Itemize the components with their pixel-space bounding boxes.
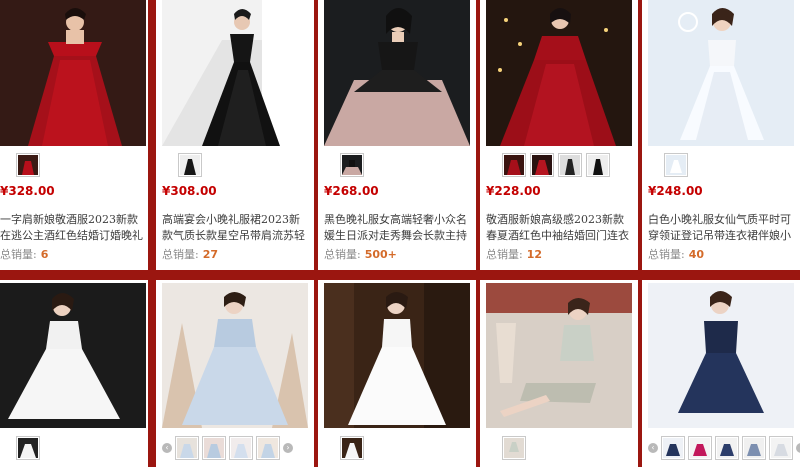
sales-label: 总销量: <box>648 248 685 261</box>
sales-count: 6 <box>40 248 49 261</box>
thumbnail-strip <box>16 435 148 461</box>
product-thumbnail[interactable] <box>175 436 199 460</box>
thumbnail-strip <box>502 152 638 178</box>
product-card[interactable] <box>318 280 476 467</box>
product-thumbnail[interactable] <box>586 153 610 177</box>
product-title[interactable]: 白色小晚礼服女仙气质平时可穿领证登记吊带连衣裙伴娘小个子夏季 <box>648 212 798 244</box>
product-price: ¥248.00 <box>648 184 703 198</box>
product-thumbnail[interactable] <box>715 436 739 460</box>
thumbnail-strip <box>340 435 476 461</box>
next-arrow[interactable]: › <box>283 443 293 453</box>
product-thumbnail[interactable] <box>664 153 688 177</box>
product-thumbnail[interactable] <box>769 436 793 460</box>
sales-count: 500+ <box>364 248 397 261</box>
product-thumbnail[interactable] <box>340 153 364 177</box>
product-thumbnail[interactable] <box>502 153 526 177</box>
product-card[interactable]: ¥248.00 白色小晚礼服女仙气质平时可穿领证登记吊带连衣裙伴娘小个子夏季 总… <box>642 0 800 270</box>
product-photo[interactable] <box>162 0 308 146</box>
product-card[interactable]: ¥228.00 敬酒服新娘高级感2023新款春夏酒红色中袖结婚回门连衣裙宴会礼 … <box>480 0 638 270</box>
product-thumbnail[interactable] <box>340 436 364 460</box>
product-thumbnail[interactable] <box>558 153 582 177</box>
product-photo[interactable] <box>486 283 632 428</box>
product-card[interactable] <box>480 280 638 467</box>
sales-count: 27 <box>202 248 219 261</box>
thumbnail-strip <box>16 152 148 178</box>
sales-count: 40 <box>688 248 705 261</box>
thumbnail-strip: ‹ › <box>162 435 314 461</box>
product-photo[interactable] <box>324 283 470 428</box>
product-thumbnail[interactable] <box>742 436 766 460</box>
sales-count: 12 <box>526 248 543 261</box>
product-thumbnail[interactable] <box>229 436 253 460</box>
product-thumbnail[interactable] <box>502 436 526 460</box>
product-photo[interactable] <box>324 0 470 146</box>
product-photo[interactable] <box>648 0 794 146</box>
product-photo[interactable] <box>486 0 632 146</box>
product-photo[interactable] <box>162 283 308 428</box>
product-thumbnail[interactable] <box>661 436 685 460</box>
product-photo[interactable] <box>648 283 794 428</box>
sales-label: 总销量: <box>324 248 361 261</box>
thumbnail-strip <box>178 152 314 178</box>
product-card[interactable]: ‹ › <box>642 280 800 467</box>
product-thumbnail[interactable] <box>202 436 226 460</box>
sales-info: 总销量: 40 <box>648 246 704 262</box>
product-card[interactable]: ‹ › <box>156 280 314 467</box>
product-photo[interactable] <box>0 0 146 146</box>
sales-label: 总销量: <box>486 248 523 261</box>
thumbnail-strip <box>664 152 800 178</box>
product-thumbnail[interactable] <box>16 153 40 177</box>
product-price: ¥228.00 <box>486 184 541 198</box>
next-arrow[interactable]: › <box>796 443 800 453</box>
product-card[interactable]: ¥308.00 高端宴会小晚礼服裙2023新款气质长款星空吊带肩流苏轻奢主持人 … <box>156 0 314 270</box>
prev-arrow[interactable]: ‹ <box>162 443 172 453</box>
prev-arrow[interactable]: ‹ <box>648 443 658 453</box>
product-title[interactable]: 一字肩新娘敬酒服2023新款在逃公主酒红色结婚订婚晚礼服裙长款 <box>0 212 144 244</box>
product-thumbnail[interactable] <box>530 153 554 177</box>
product-card[interactable]: ¥328.00 一字肩新娘敬酒服2023新款在逃公主酒红色结婚订婚晚礼服裙长款 … <box>0 0 148 270</box>
sales-info: 总销量: 6 <box>0 246 48 262</box>
thumbnail-strip: ‹ › <box>648 435 800 461</box>
product-photo[interactable] <box>0 283 146 428</box>
product-title[interactable]: 黑色晚礼服女高端轻奢小众名媛生日派对走秀舞会长款主持演出服冬 <box>324 212 472 244</box>
product-price: ¥328.00 <box>0 184 55 198</box>
sales-info: 总销量: 27 <box>162 246 218 262</box>
product-card[interactable]: ¥268.00 黑色晚礼服女高端轻奢小众名媛生日派对走秀舞会长款主持演出服冬 总… <box>318 0 476 270</box>
sales-label: 总销量: <box>0 248 37 261</box>
product-title[interactable]: 敬酒服新娘高级感2023新款春夏酒红色中袖结婚回门连衣裙宴会礼 <box>486 212 634 244</box>
product-price: ¥268.00 <box>324 184 379 198</box>
thumbnail-strip <box>502 435 638 461</box>
product-title[interactable]: 高端宴会小晚礼服裙2023新款气质长款星空吊带肩流苏轻奢主持人 <box>162 212 310 244</box>
sales-info: 总销量: 12 <box>486 246 542 262</box>
sales-info: 总销量: 500+ <box>324 246 397 262</box>
thumbnail-strip <box>340 152 476 178</box>
product-price: ¥308.00 <box>162 184 217 198</box>
product-thumbnail[interactable] <box>256 436 280 460</box>
product-thumbnail[interactable] <box>178 153 202 177</box>
product-card[interactable] <box>0 280 148 467</box>
product-thumbnail[interactable] <box>688 436 712 460</box>
sales-label: 总销量: <box>162 248 199 261</box>
product-thumbnail[interactable] <box>16 436 40 460</box>
